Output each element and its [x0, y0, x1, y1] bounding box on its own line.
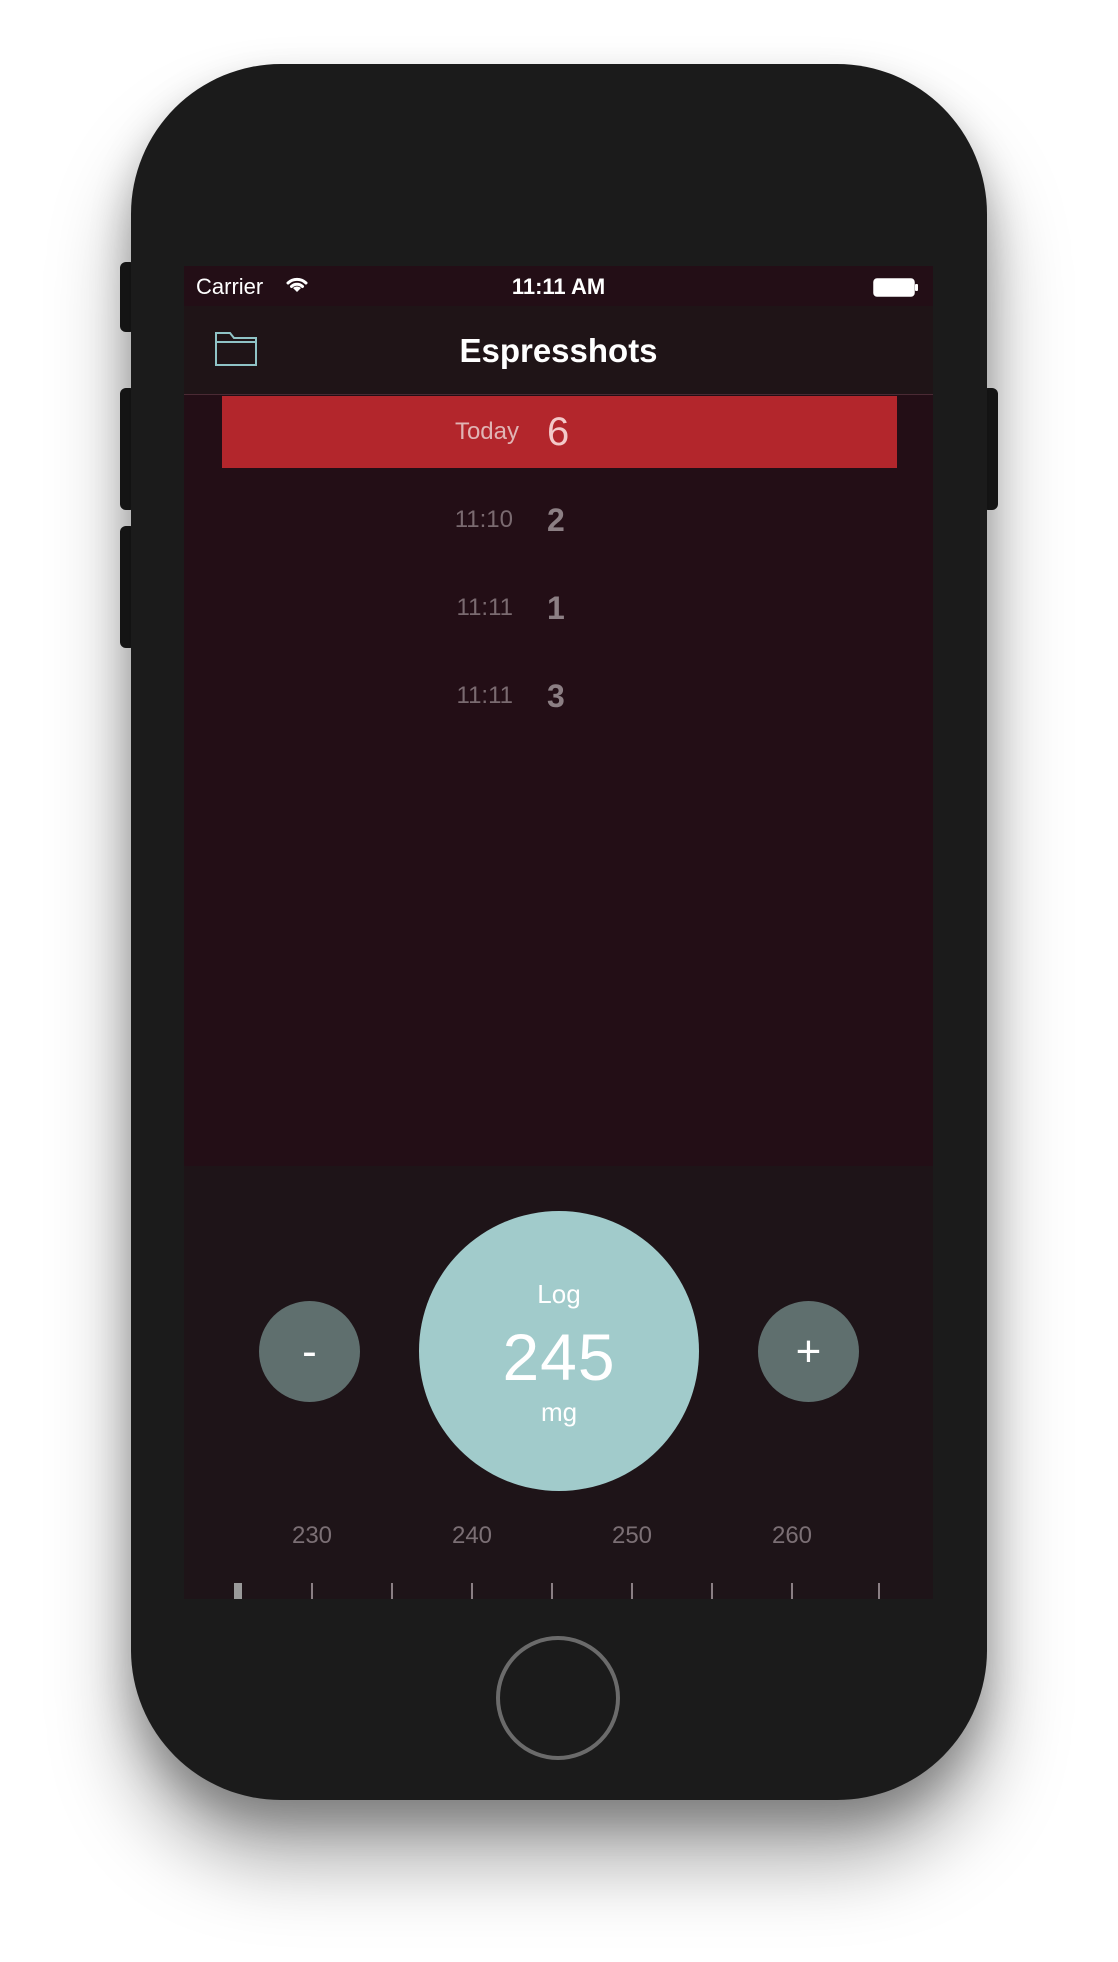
ruler-label: 230: [291, 1522, 333, 1549]
status-bar: Carrier 11:11 AM: [184, 266, 933, 306]
caffeine-amount: 245: [502, 1320, 616, 1394]
decrement-button[interactable]: -: [259, 1301, 360, 1402]
entry-time: 11:11: [456, 594, 514, 621]
ruler-tick: [311, 1583, 313, 1599]
navigation-bar: Espresshots: [184, 306, 933, 395]
increment-button[interactable]: +: [758, 1301, 859, 1402]
ruler-tick: [631, 1583, 633, 1599]
ruler-label: 240: [451, 1522, 493, 1549]
ruler-position-marker: [234, 1583, 242, 1599]
log-label: Log: [537, 1279, 581, 1309]
ruler-tick: [878, 1583, 880, 1599]
entry-time: 11:11: [456, 682, 514, 709]
entry-count: 2: [547, 502, 565, 538]
page-title: Espresshots: [459, 332, 658, 369]
status-time: 11:11 AM: [511, 274, 606, 299]
list-item[interactable]: 11:11 1: [184, 572, 933, 660]
today-label: Today: [454, 418, 519, 445]
ruler-label: 250: [611, 1522, 653, 1549]
entry-time: 11:10: [454, 506, 513, 533]
entry-count: 3: [547, 678, 565, 714]
ruler-tick: [711, 1583, 713, 1599]
list-item[interactable]: 11:11 3: [184, 660, 933, 748]
amount-ruler[interactable]: 230 240 250 260: [184, 1522, 933, 1599]
ruler-label: 260: [771, 1522, 813, 1549]
log-button[interactable]: Log 245 mg: [419, 1211, 699, 1491]
list-item[interactable]: 11:10 2: [184, 484, 933, 572]
home-button[interactable]: [496, 1636, 620, 1760]
entry-count: 1: [547, 590, 565, 626]
control-panel: - Log 245 mg + 230 240 250 260: [184, 1166, 933, 1599]
battery-icon: [873, 278, 918, 297]
amount-unit: mg: [540, 1397, 578, 1427]
ruler-tick: [471, 1583, 473, 1599]
device-stage: Carrier 11:11 AM Espresshots Today 6 11:…: [0, 0, 1118, 1962]
ruler-tick: [791, 1583, 793, 1599]
today-count: 6: [547, 410, 570, 454]
app-screen: Carrier 11:11 AM Espresshots Today 6 11:…: [184, 266, 933, 1599]
ruler-tick: [551, 1583, 553, 1599]
today-summary-row[interactable]: Today 6: [222, 396, 897, 468]
ruler-tick: [391, 1583, 393, 1599]
